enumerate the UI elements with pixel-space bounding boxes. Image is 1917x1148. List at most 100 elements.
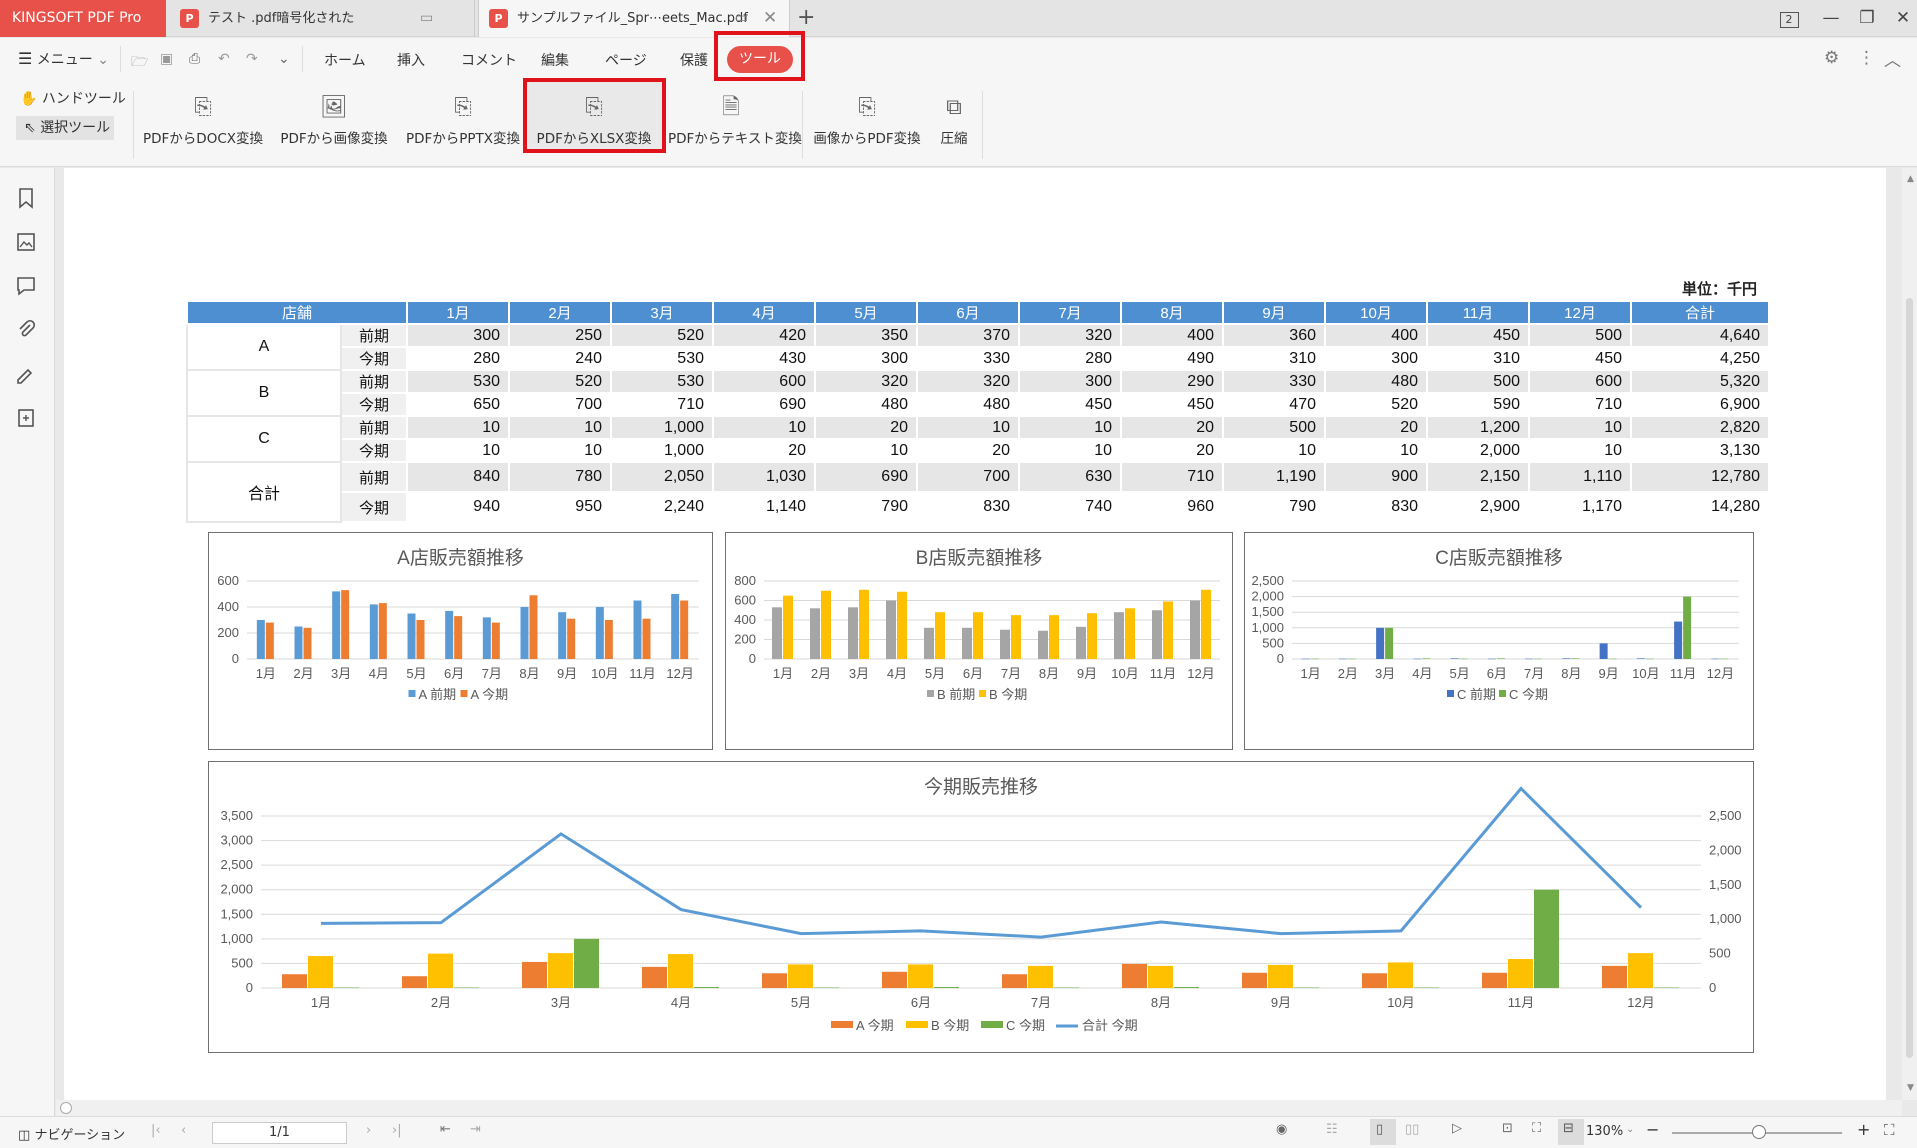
forward-view-icon[interactable]: ⇥ <box>470 1122 481 1137</box>
redo-icon[interactable]: ↷ <box>246 51 258 67</box>
bar <box>1002 974 1027 988</box>
y-tick-label: 2,000 <box>220 882 253 897</box>
window-count-icon[interactable]: 2 <box>1772 0 1806 37</box>
two-page-icon[interactable]: ▯▯ <box>1405 1122 1419 1137</box>
bar <box>1683 596 1692 659</box>
minimize-icon[interactable]: — <box>1814 0 1848 37</box>
actual-size-icon[interactable]: ⊡ <box>1502 1121 1513 1136</box>
x-tick-label: 9月 <box>557 666 577 681</box>
value-cell: 480 <box>916 392 1020 417</box>
value-cell: 490 <box>1120 346 1224 371</box>
x-tick-label: 8月 <box>1039 666 1059 681</box>
attachment-icon[interactable] <box>14 318 38 342</box>
value-cell: 520 <box>508 369 612 394</box>
tab-insert[interactable]: 挿入 <box>397 50 425 70</box>
back-view-icon[interactable]: ⇤ <box>440 1122 451 1137</box>
legend-swatch <box>1499 690 1506 697</box>
last-page-icon[interactable]: ›| <box>392 1123 402 1138</box>
next-page-icon[interactable]: › <box>366 1123 371 1138</box>
chart-b-sales: B店販売額推移 0 200 400 600 800 1月 2月 3月 4月 5月 6月 7月 8月 9月 10… <box>725 532 1233 750</box>
vertical-scrollbar[interactable]: ▲ ▼ <box>1902 168 1917 1100</box>
tab-page[interactable]: ページ <box>605 50 647 70</box>
fit-width-icon[interactable]: ⊟ <box>1563 1121 1574 1136</box>
unit-label: 単位：千円 <box>1682 281 1758 298</box>
restore-icon[interactable]: ❐ <box>1850 0 1884 37</box>
horizontal-scrollbar[interactable] <box>56 1100 1902 1116</box>
navigation-toggle[interactable]: ◫ ナビゲーション <box>18 1124 125 1143</box>
single-page-icon[interactable]: ▯ <box>1376 1122 1383 1137</box>
eye-care-icon[interactable]: ◉ <box>1276 1122 1287 1137</box>
pdf-to-xlsx-icon: ⎘ <box>585 95 603 120</box>
fit-page-icon[interactable]: ⛶ <box>1532 1121 1541 1136</box>
settings-icon[interactable]: ⚙ <box>1824 48 1839 68</box>
table-header-cell: 12月 <box>1528 300 1632 325</box>
value-cell: 780 <box>508 461 612 493</box>
zoom-out-icon[interactable]: − <box>1646 1120 1659 1139</box>
bar <box>567 618 576 659</box>
pdf-to-image-button[interactable]: 🖼 PDFから画像変換 <box>278 87 390 163</box>
open-folder-icon[interactable]: 🗁 <box>131 51 148 75</box>
page-number-input[interactable]: 1/1 <box>212 1122 347 1144</box>
fullscreen-icon[interactable]: ⛶ <box>1884 1121 1895 1139</box>
bar <box>1388 962 1413 988</box>
bar <box>308 956 333 988</box>
chart-svg: 0 200 400 600 800 1月 2月 3月 4月 5月 6月 7月 8月 9月 10月 11月 12月… <box>734 573 1220 702</box>
scroll-thumb[interactable] <box>1906 298 1913 1058</box>
select-tool[interactable]: ⇖ 選択ツール <box>16 116 114 140</box>
bar <box>859 589 869 659</box>
more-icon[interactable]: ⋮ <box>1858 48 1875 68</box>
scroll-handle[interactable] <box>60 1102 72 1114</box>
new-tab-icon[interactable]: + <box>797 0 815 35</box>
prev-page-icon[interactable]: ‹ <box>181 1123 186 1138</box>
continuous-view-icon[interactable]: ☷ <box>1326 1122 1338 1137</box>
tab-tools[interactable]: ツール <box>727 46 793 73</box>
bar <box>1376 627 1385 659</box>
image-to-pdf-button[interactable]: ⎘ 画像からPDF変換 <box>811 87 923 163</box>
convert-icon[interactable] <box>14 406 38 430</box>
table-header-cell: 8月 <box>1120 300 1224 325</box>
pdf-to-pptx-button[interactable]: ⎘ PDFからPPTX変換 <box>404 87 522 163</box>
tab-home[interactable]: ホーム <box>324 50 366 70</box>
signature-icon[interactable] <box>14 362 38 386</box>
zoom-level[interactable]: 130% <box>1586 1124 1623 1139</box>
undo-icon[interactable]: ↶ <box>218 51 230 67</box>
hamburger-icon: ☰ <box>18 49 33 68</box>
save-icon[interactable]: ▣ <box>160 51 173 67</box>
table-row: C 前期 10 10 1,000 10 20 10 10 20 500 20 1,200 10 2,820 <box>186 415 1770 463</box>
pdf-to-docx-button[interactable]: ⎘ PDFからDOCX変換 <box>142 87 264 163</box>
x-tick-label: 9月 <box>1271 995 1291 1010</box>
first-page-icon[interactable]: |‹ <box>151 1123 161 1138</box>
compress-button[interactable]: ⧉ 圧縮 <box>932 87 976 163</box>
bar <box>1054 987 1079 989</box>
comment-icon[interactable] <box>14 274 38 298</box>
pdf-to-xlsx-button[interactable]: ⎘ PDFからXLSX変換 <box>533 87 655 163</box>
value-cell: 450 <box>1120 392 1224 417</box>
menu-button[interactable]: ☰ メニュー ⌄ <box>18 49 109 69</box>
x-tick-label: 4月 <box>369 666 389 681</box>
zoom-slider-handle[interactable] <box>1752 1125 1766 1139</box>
thumbnail-icon[interactable] <box>14 230 38 254</box>
y2-tick-label: 1,500 <box>1709 877 1742 892</box>
value-cell: 500 <box>1426 369 1530 394</box>
legend-swatch <box>831 1021 853 1028</box>
tab-protect[interactable]: 保護 <box>680 50 708 70</box>
play-icon[interactable]: ▷ <box>1452 1121 1462 1136</box>
bar <box>1310 658 1319 660</box>
tab-edit[interactable]: 編集 <box>541 50 569 70</box>
customize-icon[interactable]: ⌄ <box>278 51 290 67</box>
close-window-icon[interactable]: ✕ <box>1886 0 1917 37</box>
hand-tool[interactable]: ✋ ハンドツール <box>20 88 126 108</box>
bar <box>934 987 959 988</box>
zoom-in-icon[interactable]: + <box>1857 1120 1870 1139</box>
pdf-to-text-button[interactable]: 🗎 PDFからテキスト変換 <box>668 87 802 163</box>
bookmark-icon[interactable] <box>14 186 38 210</box>
value-cell: 300 <box>814 346 918 371</box>
print-icon[interactable]: ⎙ <box>189 51 200 67</box>
tab-comment[interactable]: コメント <box>461 50 517 70</box>
value-cell: 520 <box>610 323 714 348</box>
document-tab-1[interactable]: P テスト .pdf暗号化された ▭ <box>170 0 475 37</box>
collapse-ribbon-icon[interactable]: ︿ <box>1884 46 1901 71</box>
value-cell: 5,320 <box>1630 369 1770 394</box>
zoom-dropdown-icon[interactable]: ⌄ <box>1626 1124 1634 1135</box>
table-header-cell: 店舗 <box>186 300 408 325</box>
